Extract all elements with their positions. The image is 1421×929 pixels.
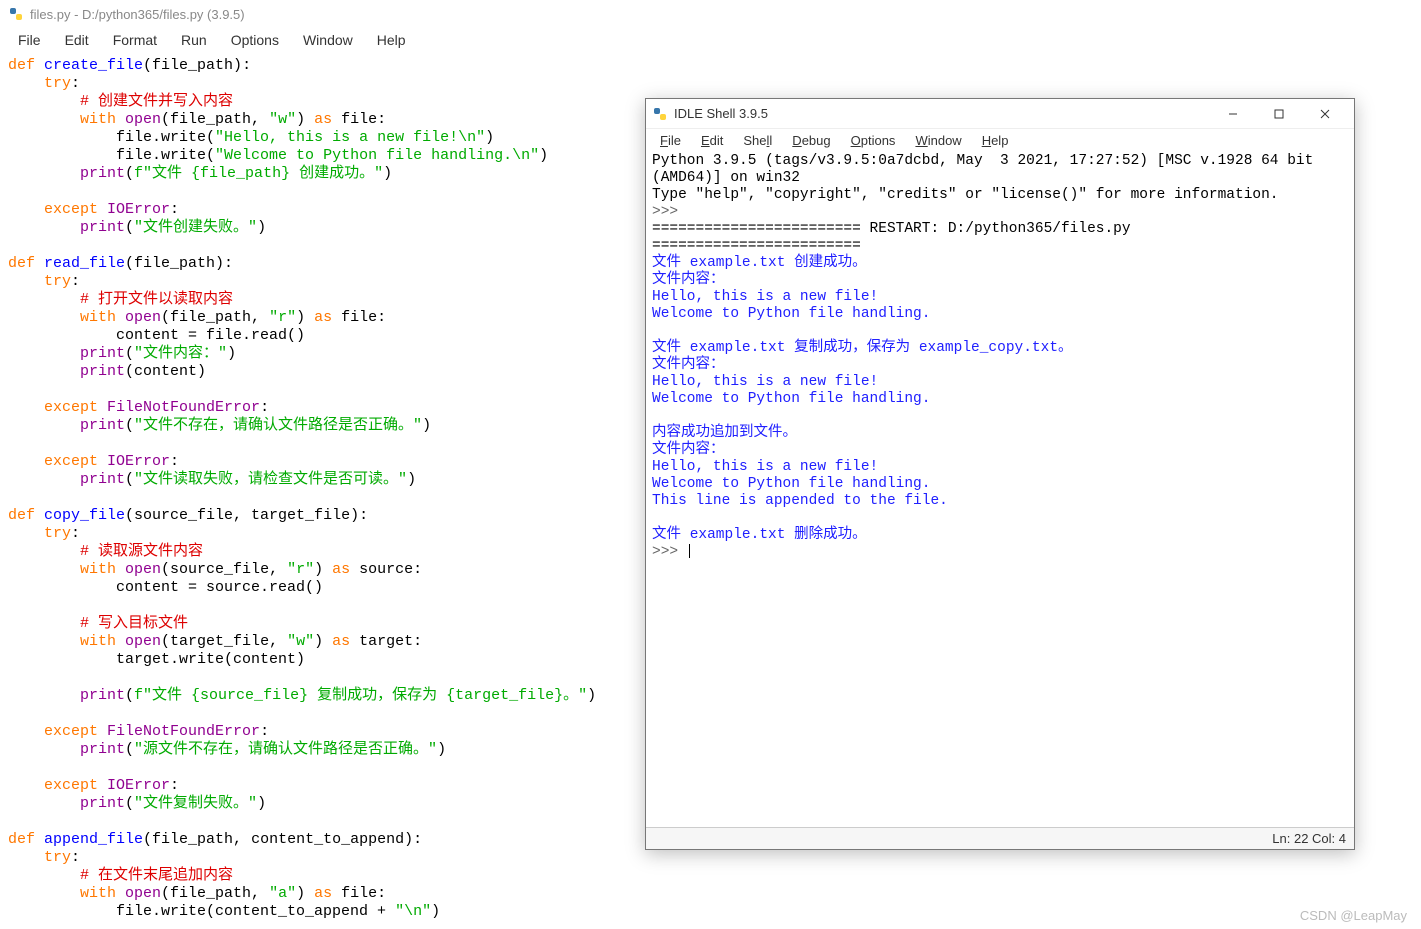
- menu-run[interactable]: Run: [169, 30, 219, 50]
- shell-menu-window[interactable]: Window: [905, 131, 971, 150]
- shell-menu-shell[interactable]: Shell: [733, 131, 782, 150]
- close-button[interactable]: [1302, 99, 1348, 129]
- shell-cursor-pos: Ln: 22 Col: 4: [1272, 831, 1346, 846]
- menu-help[interactable]: Help: [365, 30, 418, 50]
- menu-window[interactable]: Window: [291, 30, 365, 50]
- shell-menu-edit[interactable]: Edit: [691, 131, 733, 150]
- minimize-button[interactable]: [1210, 99, 1256, 129]
- editor-titlebar: files.py - D:/python365/files.py (3.9.5): [0, 0, 1421, 28]
- maximize-button[interactable]: [1256, 99, 1302, 129]
- shell-menu-debug[interactable]: Debug: [782, 131, 840, 150]
- shell-menu-options[interactable]: Options: [841, 131, 906, 150]
- menu-options[interactable]: Options: [219, 30, 291, 50]
- shell-titlebar: IDLE Shell 3.9.5: [646, 99, 1354, 129]
- shell-menu-help[interactable]: Help: [972, 131, 1019, 150]
- menu-format[interactable]: Format: [101, 30, 169, 50]
- editor-menubar: File Edit Format Run Options Window Help: [0, 28, 1421, 52]
- menu-file[interactable]: File: [6, 30, 53, 50]
- shell-output[interactable]: Python 3.9.5 (tags/v3.9.5:0a7dcbd, May 3…: [646, 151, 1354, 827]
- python-icon: [652, 106, 668, 122]
- cursor-icon: [689, 544, 690, 558]
- shell-window: IDLE Shell 3.9.5 File Edit Shell Debug O…: [645, 98, 1355, 850]
- shell-title: IDLE Shell 3.9.5: [674, 106, 768, 121]
- menu-edit[interactable]: Edit: [53, 30, 101, 50]
- shell-menu-file[interactable]: File: [650, 131, 691, 150]
- editor-title: files.py - D:/python365/files.py (3.9.5): [30, 7, 245, 22]
- python-icon: [8, 6, 24, 22]
- shell-statusbar: Ln: 22 Col: 4: [646, 827, 1354, 849]
- shell-menubar: File Edit Shell Debug Options Window Hel…: [646, 129, 1354, 151]
- watermark: CSDN @LeapMay: [1300, 908, 1407, 923]
